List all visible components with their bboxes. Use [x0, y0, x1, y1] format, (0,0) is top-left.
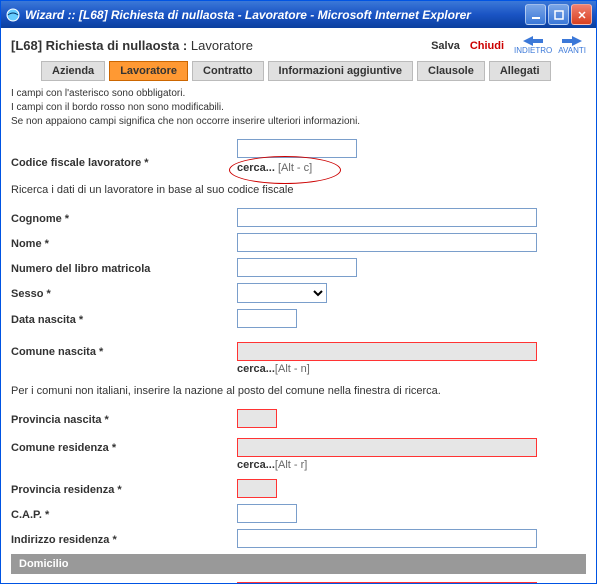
field-comune-domicilio	[237, 582, 586, 583]
cerca-codice-link[interactable]: cerca... [Alt - c]	[237, 162, 312, 174]
input-numero-libro[interactable]	[237, 258, 357, 277]
tab-info[interactable]: Informazioni aggiuntive	[268, 61, 413, 81]
forward-label: AVANTI	[558, 46, 586, 55]
input-cap[interactable]	[237, 504, 297, 523]
label-nome: Nome *	[11, 236, 231, 250]
ie-icon	[5, 7, 21, 23]
window-frame: Wizard :: [L68] Richiesta di nullaosta -…	[0, 0, 597, 584]
label-comune-domicilio: Comune domicilio	[11, 582, 231, 583]
help-text: I campi con l'asterisco sono obbligatori…	[1, 87, 596, 139]
help-line1: I campi con l'asterisco sono obbligatori…	[11, 87, 586, 101]
row-sesso: Sesso *	[11, 283, 586, 303]
row-nome: Nome *	[11, 233, 586, 252]
tab-azienda[interactable]: Azienda	[41, 61, 105, 81]
field-codice-fiscale: cerca... [Alt - c]	[237, 139, 586, 174]
input-provincia-nascita[interactable]	[237, 409, 277, 428]
label-provincia-residenza: Provincia residenza *	[11, 482, 231, 496]
input-comune-residenza[interactable]	[237, 438, 537, 457]
input-provincia-residenza[interactable]	[237, 479, 277, 498]
help-line2: I campi con il bordo rosso non sono modi…	[11, 101, 586, 115]
select-sesso[interactable]	[237, 283, 327, 303]
input-data-nascita[interactable]	[237, 309, 297, 328]
label-provincia-nascita: Provincia nascita *	[11, 412, 231, 426]
field-comune-nascita: cerca...[Alt - n]	[237, 342, 586, 375]
input-indirizzo-residenza[interactable]	[237, 529, 537, 548]
form-area-2: Cognome * Nome * Numero del libro matric…	[1, 208, 596, 375]
input-comune-nascita[interactable]	[237, 342, 537, 361]
label-cognome: Cognome *	[11, 211, 231, 225]
label-data-nascita: Data nascita *	[11, 312, 231, 326]
row-provincia-residenza: Provincia residenza *	[11, 479, 586, 498]
help-line3: Se non appaiono campi significa che non …	[11, 115, 586, 129]
row-codice-fiscale: Codice fiscale lavoratore * cerca... [Al…	[11, 139, 586, 174]
label-codice-fiscale: Codice fiscale lavoratore *	[11, 139, 231, 169]
label-comune-residenza: Comune residenza *	[11, 438, 231, 454]
row-cap: C.A.P. *	[11, 504, 586, 523]
row-numero-libro: Numero del libro matricola	[11, 258, 586, 277]
header-actions: Salva Chiudi INDIETRO AVANTI	[431, 36, 586, 55]
forward-arrow[interactable]: AVANTI	[558, 36, 586, 55]
row-comune-domicilio: Comune domicilio	[11, 582, 586, 583]
content-area: [L68] Richiesta di nullaosta : Lavorator…	[1, 28, 596, 583]
nav-arrows: INDIETRO AVANTI	[514, 36, 586, 55]
window-title: Wizard :: [L68] Richiesta di nullaosta -…	[25, 8, 525, 22]
maximize-button[interactable]	[548, 4, 569, 25]
row-provincia-nascita: Provincia nascita *	[11, 409, 586, 428]
back-arrow[interactable]: INDIETRO	[514, 36, 552, 55]
row-comune-nascita: Comune nascita * cerca...[Alt - n]	[11, 342, 586, 375]
header-row: [L68] Richiesta di nullaosta : Lavorator…	[1, 28, 596, 61]
title-code: [L68] Richiesta di nullaosta :	[11, 38, 187, 53]
label-indirizzo-residenza: Indirizzo residenza *	[11, 532, 231, 546]
cerca-hint-n: [Alt - n]	[275, 363, 310, 375]
back-label: INDIETRO	[514, 46, 552, 55]
comuni-note: Per i comuni non italiani, inserire la n…	[1, 381, 596, 409]
cerca-label-n: cerca...	[237, 363, 275, 375]
row-indirizzo-residenza: Indirizzo residenza *	[11, 529, 586, 548]
section-domicilio: Domicilio	[11, 554, 586, 574]
tab-lavoratore[interactable]: Lavoratore	[109, 61, 188, 81]
close-link[interactable]: Chiudi	[470, 40, 504, 52]
row-cognome: Cognome *	[11, 208, 586, 227]
cerca-nascita-link[interactable]: cerca...[Alt - n]	[237, 363, 586, 375]
cerca-hint-r: [Alt - r]	[275, 459, 307, 471]
input-cognome[interactable]	[237, 208, 537, 227]
cerca-residenza-link[interactable]: cerca...[Alt - r]	[237, 459, 586, 471]
titlebar: Wizard :: [L68] Richiesta di nullaosta -…	[1, 1, 596, 28]
minimize-button[interactable]	[525, 4, 546, 25]
close-button[interactable]	[571, 4, 592, 25]
label-sesso: Sesso *	[11, 286, 231, 300]
tab-clausole[interactable]: Clausole	[417, 61, 485, 81]
label-comune-nascita: Comune nascita *	[11, 342, 231, 358]
title-section: Lavoratore	[191, 38, 253, 53]
cerca-label: cerca...	[237, 162, 275, 174]
page-title: [L68] Richiesta di nullaosta : Lavorator…	[11, 38, 431, 53]
ricerca-note: Ricerca i dati di un lavoratore in base …	[1, 180, 596, 208]
tab-contratto[interactable]: Contratto	[192, 61, 264, 81]
row-data-nascita: Data nascita *	[11, 309, 586, 328]
cerca-label-r: cerca...	[237, 459, 275, 471]
label-cap: C.A.P. *	[11, 507, 231, 521]
input-codice-fiscale[interactable]	[237, 139, 357, 158]
cerca-hint-c: [Alt - c]	[278, 162, 312, 174]
input-nome[interactable]	[237, 233, 537, 252]
window-buttons	[525, 4, 592, 25]
label-numero-libro: Numero del libro matricola	[11, 261, 231, 275]
form-area-3: Provincia nascita * Comune residenza * c…	[1, 409, 596, 548]
tab-allegati[interactable]: Allegati	[489, 61, 551, 81]
form-area: Codice fiscale lavoratore * cerca... [Al…	[1, 139, 596, 174]
row-comune-residenza: Comune residenza * cerca...[Alt - r]	[11, 438, 586, 471]
tabs-bar: Azienda Lavoratore Contratto Informazion…	[1, 61, 596, 87]
input-comune-domicilio[interactable]	[237, 582, 537, 583]
field-comune-residenza: cerca...[Alt - r]	[237, 438, 586, 471]
form-area-4: Comune domicilio	[1, 582, 596, 583]
save-link[interactable]: Salva	[431, 40, 460, 52]
